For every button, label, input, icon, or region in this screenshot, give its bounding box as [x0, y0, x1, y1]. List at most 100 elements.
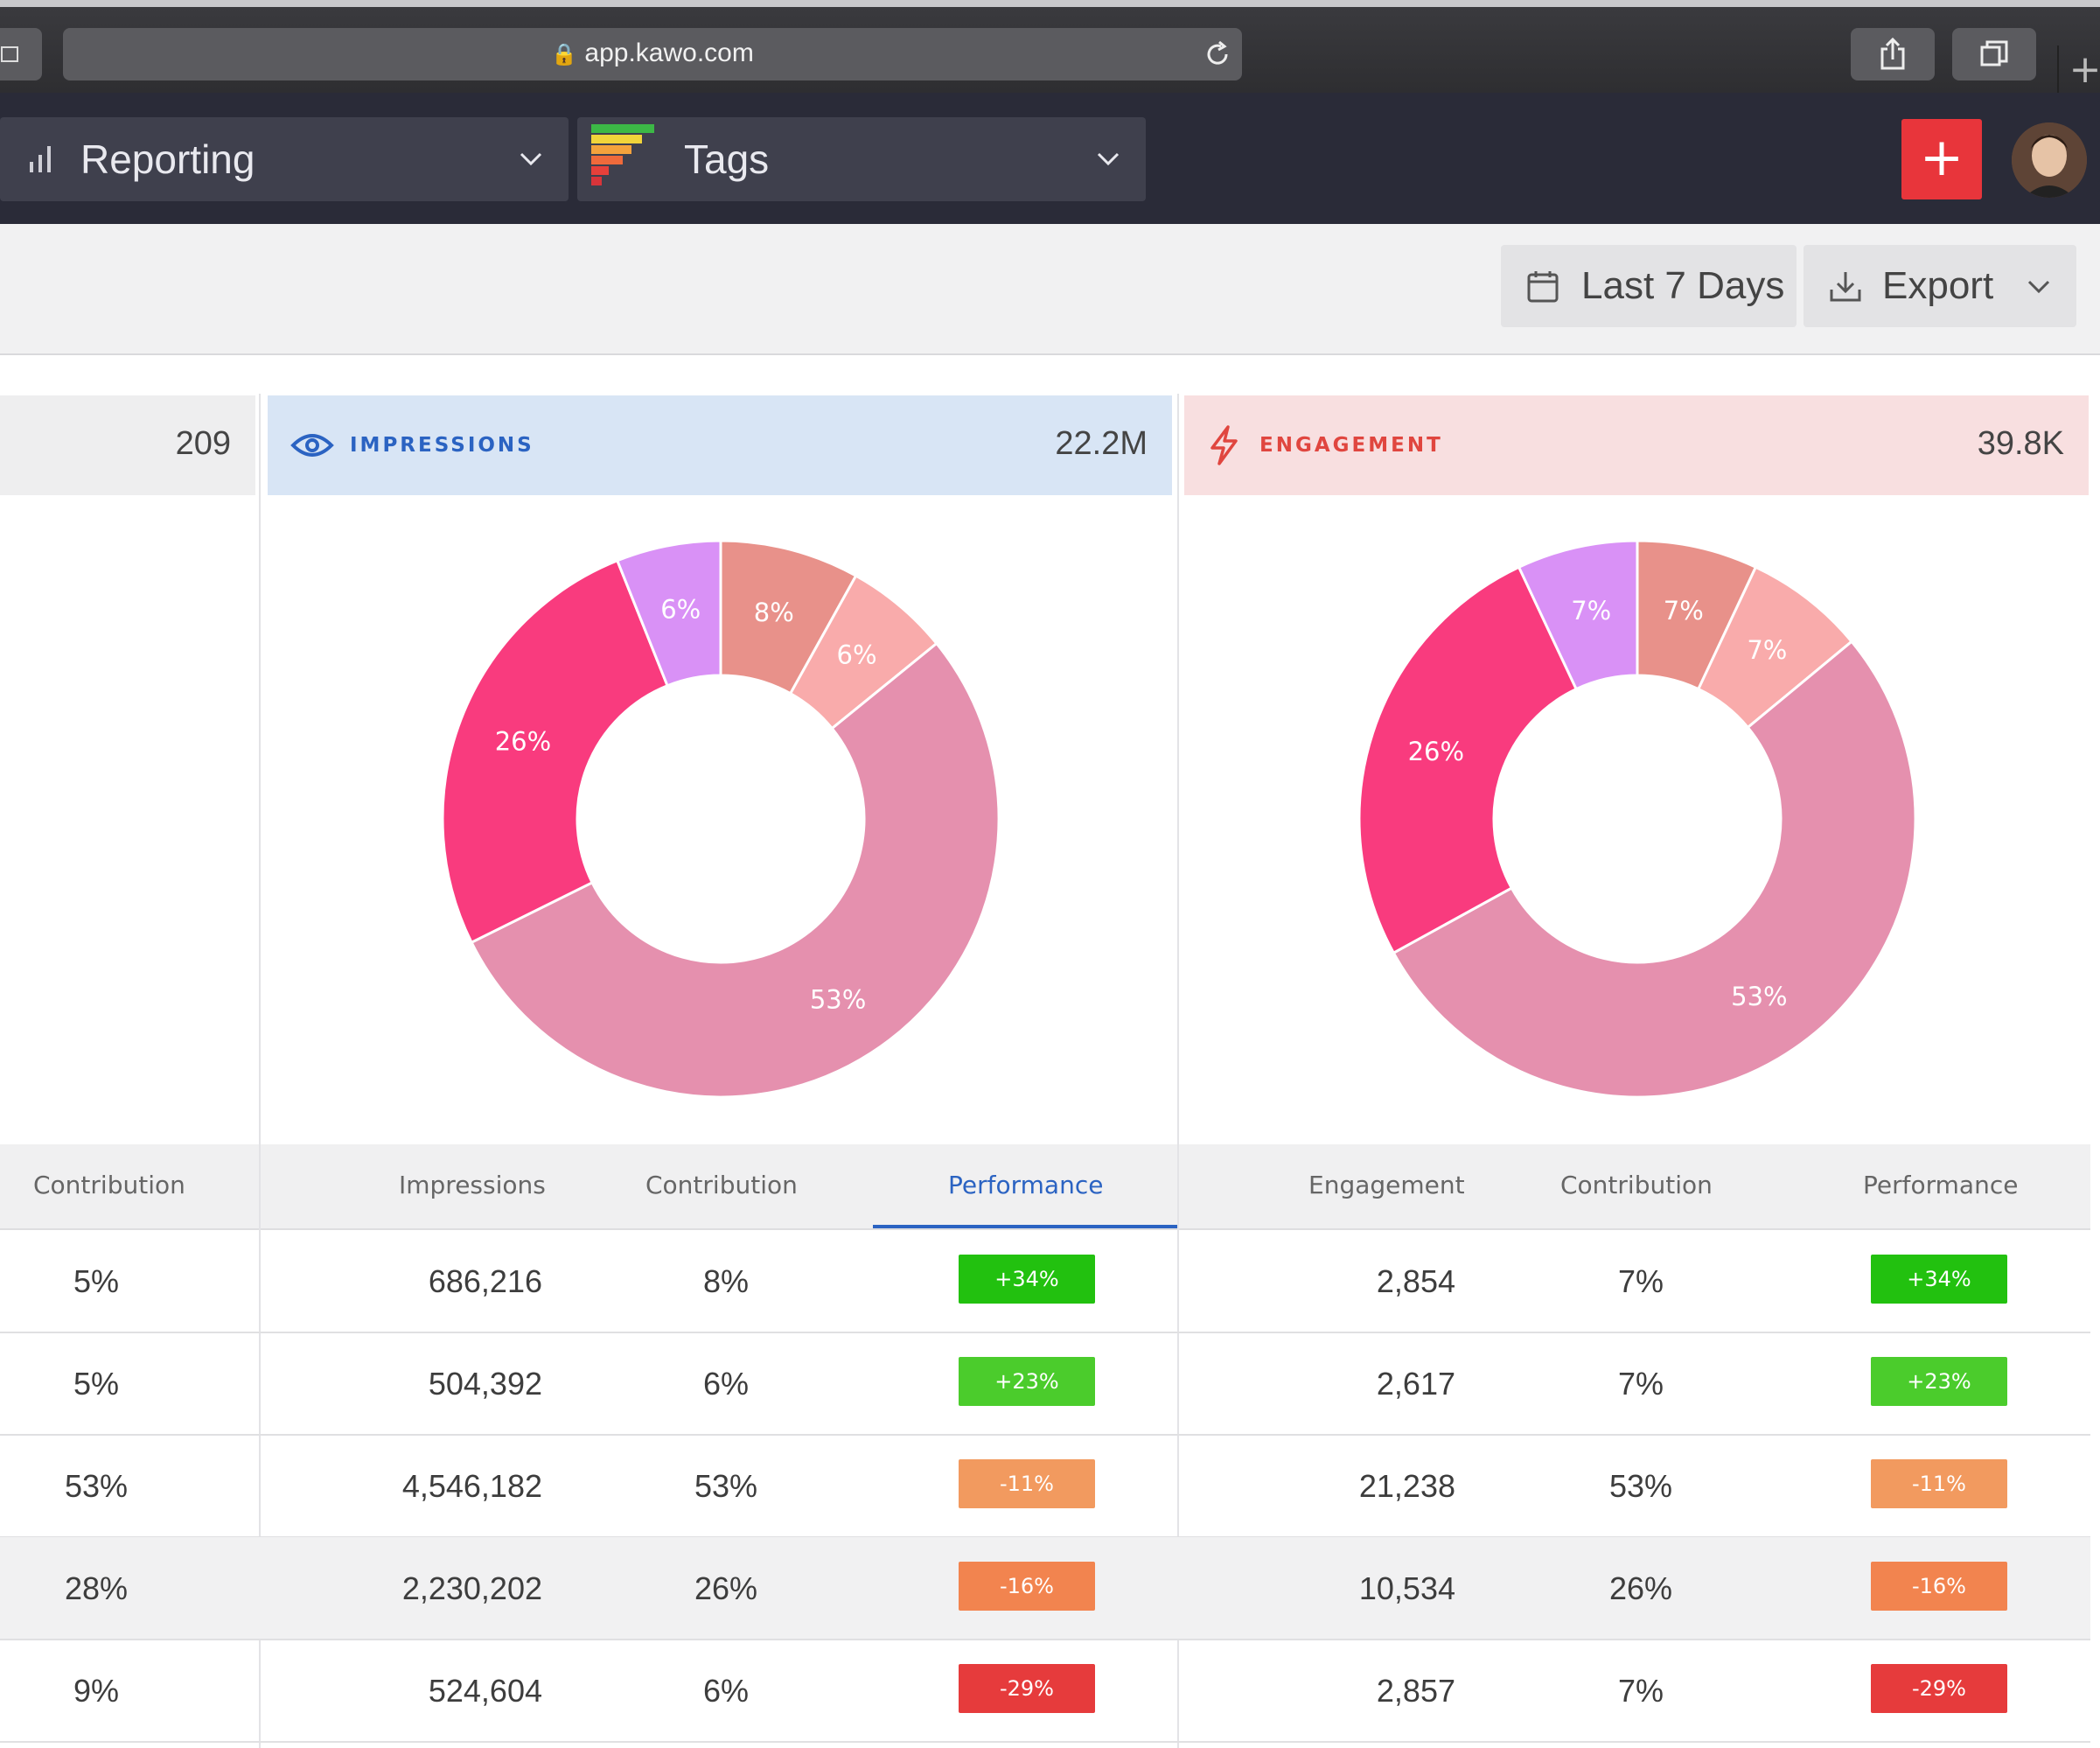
- left-donut-edge: [0, 682, 17, 945]
- slice-label: 7%: [1664, 596, 1704, 626]
- sidebar-icon: [1, 46, 18, 62]
- column-header-contribution[interactable]: Contribution: [33, 1171, 185, 1199]
- impressions-cell: 4,546,182: [401, 1468, 542, 1504]
- bar-chart-icon: [30, 146, 51, 172]
- url-text: app.kawo.com: [584, 38, 754, 67]
- impressions-title: IMPRESSIONS: [350, 434, 534, 457]
- impressions-performance-badge: +23%: [959, 1357, 1095, 1406]
- calendar-icon: [1527, 271, 1559, 303]
- reporting-dropdown[interactable]: Reporting: [0, 117, 569, 201]
- engagement-cell: 10,534: [1358, 1570, 1455, 1606]
- browser-toolbar: 🔒 app.kawo.com +: [0, 0, 2100, 100]
- impressions-cell: 504,392: [428, 1366, 542, 1402]
- share-button[interactable]: [1851, 28, 1935, 80]
- engagement-contribution-cell: 7%: [1617, 1366, 1664, 1402]
- donut-slice[interactable]: [441, 558, 669, 945]
- table-row[interactable]: 5% 504,392 6% +23% 2,617 7% +23%: [0, 1332, 2090, 1436]
- table-row[interactable]: 53% 4,546,182 53% -11% 21,238 53% -11%: [0, 1435, 2090, 1538]
- engagement-header[interactable]: ENGAGEMENT 39.8K: [1184, 395, 2089, 495]
- impressions-performance-badge: -29%: [959, 1664, 1095, 1713]
- tags-logo-icon: [591, 124, 654, 185]
- slice-label: 6%: [660, 594, 701, 624]
- impressions-contribution-cell: 6%: [702, 1366, 750, 1402]
- impressions-performance-badge: -11%: [959, 1459, 1095, 1508]
- engagement-contribution-cell: 53%: [1608, 1468, 1673, 1504]
- engagement-table-header: Engagement Contribution Performance: [1179, 1144, 2090, 1230]
- left-contribution-cell: 28%: [64, 1570, 129, 1606]
- chevron-down-icon: [2027, 280, 2050, 294]
- table-row[interactable]: 28% 2,230,202 26% -16% 10,534 26% -16%: [0, 1537, 2090, 1640]
- reload-icon[interactable]: [1202, 38, 1233, 70]
- impressions-table-header: Impressions Contribution Performance: [261, 1144, 1177, 1230]
- slice-label: 53%: [810, 985, 866, 1015]
- slice-label: 26%: [1408, 737, 1464, 766]
- column-header-contribution[interactable]: Contribution: [1560, 1171, 1713, 1199]
- left-contribution-cell: 9%: [73, 1673, 120, 1709]
- tabs-icon: [1980, 40, 2008, 66]
- column-header-contribution[interactable]: Contribution: [645, 1171, 798, 1199]
- impressions-cell: 686,216: [428, 1263, 542, 1299]
- export-button[interactable]: Export: [1803, 245, 2076, 327]
- user-avatar[interactable]: [2012, 122, 2087, 198]
- tags-label: Tags: [684, 136, 770, 182]
- engagement-performance-badge: +23%: [1871, 1357, 2007, 1406]
- new-tab-button[interactable]: +: [2057, 45, 2100, 100]
- export-label: Export: [1882, 264, 1994, 307]
- engagement-contribution-cell: 26%: [1608, 1570, 1673, 1606]
- engagement-donut-chart: 7% 7% 53% 26% 7%: [1357, 539, 1917, 1099]
- active-sort-underline: [873, 1225, 1177, 1228]
- impressions-contribution-cell: 26%: [694, 1570, 758, 1606]
- impressions-cell: 524,604: [428, 1673, 542, 1709]
- impressions-performance-badge: -16%: [959, 1562, 1095, 1611]
- chevron-down-icon: [520, 152, 542, 166]
- show-tabs-button[interactable]: [1952, 28, 2036, 80]
- engagement-total: 39.8K: [1977, 425, 2064, 462]
- report-toolbar: Last 7 Days Export: [0, 224, 2100, 355]
- column-header-engagement[interactable]: Engagement: [1308, 1171, 1465, 1199]
- impressions-cell: 2,230,202: [401, 1570, 542, 1606]
- table-row[interactable]: 9% 524,604 6% -29% 2,857 7% -29%: [0, 1640, 2090, 1743]
- share-icon: [1880, 37, 1905, 70]
- left-table-header: Contribution: [0, 1144, 259, 1230]
- left-contribution-cell: 5%: [73, 1263, 120, 1299]
- donut-slice[interactable]: [1357, 565, 1579, 955]
- column-header-performance[interactable]: Performance: [948, 1171, 1103, 1199]
- slice-label: 8%: [754, 598, 794, 627]
- download-icon: [1830, 272, 1861, 302]
- date-range-button[interactable]: Last 7 Days: [1501, 245, 1797, 327]
- left-metric-value: 209: [175, 425, 231, 462]
- chevron-down-icon: [1097, 152, 1120, 166]
- impressions-contribution-cell: 6%: [702, 1673, 750, 1709]
- impressions-total: 22.2M: [1055, 425, 1148, 462]
- engagement-cell: 2,857: [1376, 1673, 1455, 1709]
- slice-label: 26%: [495, 727, 551, 757]
- left-contribution-cell: 5%: [73, 1366, 120, 1402]
- engagement-contribution-cell: 7%: [1617, 1263, 1664, 1299]
- slice-label: 7%: [1747, 635, 1787, 665]
- engagement-performance-badge: -16%: [1871, 1562, 2007, 1611]
- column-header-impressions[interactable]: Impressions: [399, 1171, 546, 1199]
- impressions-header[interactable]: IMPRESSIONS 22.2M: [268, 395, 1172, 495]
- engagement-contribution-cell: 7%: [1617, 1673, 1664, 1709]
- impressions-contribution-cell: 8%: [702, 1263, 750, 1299]
- impressions-performance-badge: +34%: [959, 1255, 1095, 1304]
- column-header-performance[interactable]: Performance: [1863, 1171, 2018, 1199]
- engagement-cell: 2,854: [1376, 1263, 1455, 1299]
- eye-icon: [290, 434, 334, 457]
- left-metric-header[interactable]: 209: [0, 395, 255, 495]
- slice-label: 7%: [1571, 596, 1611, 626]
- table-row[interactable]: 5% 686,216 8% +34% 2,854 7% +34%: [0, 1230, 2090, 1333]
- engagement-performance-badge: +34%: [1871, 1255, 2007, 1304]
- date-range-label: Last 7 Days: [1581, 264, 1785, 307]
- add-button[interactable]: +: [1901, 119, 1982, 199]
- left-contribution-cell: 53%: [64, 1468, 129, 1504]
- slice-label: 6%: [837, 640, 877, 670]
- impressions-donut-chart: 8% 6% 53% 26% 6%: [441, 539, 1001, 1099]
- reporting-label: Reporting: [80, 136, 255, 182]
- lightning-icon: [1210, 425, 1238, 465]
- sidebar-toggle-button[interactable]: [0, 28, 42, 80]
- address-bar[interactable]: 🔒 app.kawo.com: [63, 28, 1242, 80]
- tags-dropdown[interactable]: Tags: [577, 117, 1146, 201]
- engagement-performance-badge: -29%: [1871, 1664, 2007, 1713]
- lock-icon: 🔒: [551, 43, 578, 66]
